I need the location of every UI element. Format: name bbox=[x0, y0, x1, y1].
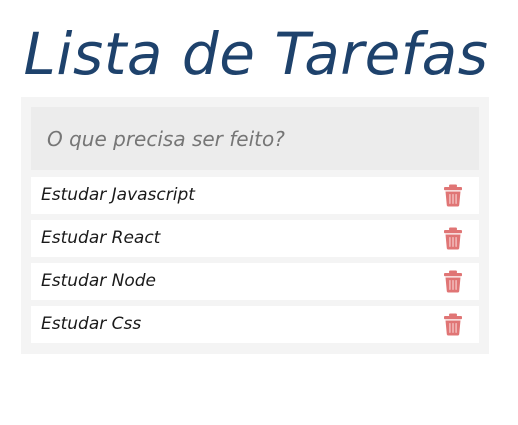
new-todo-input[interactable] bbox=[31, 107, 479, 170]
delete-todo-button[interactable] bbox=[442, 184, 464, 207]
trash-icon bbox=[444, 270, 462, 293]
todo-item: Estudar Node bbox=[31, 263, 479, 300]
todo-app: Lista de Tarefas Estudar Javascript bbox=[0, 0, 518, 425]
trash-icon bbox=[444, 184, 462, 207]
todo-item: Estudar Css bbox=[31, 306, 479, 343]
todo-label: Estudar React bbox=[41, 228, 161, 248]
todo-item: Estudar React bbox=[31, 220, 479, 257]
todo-label: Estudar Css bbox=[41, 314, 142, 334]
delete-todo-button[interactable] bbox=[442, 227, 464, 250]
trash-icon bbox=[444, 313, 462, 336]
new-todo-wrapper bbox=[31, 107, 479, 170]
todo-label: Estudar Node bbox=[41, 271, 157, 291]
delete-todo-button[interactable] bbox=[442, 270, 464, 293]
todo-label: Estudar Javascript bbox=[41, 185, 195, 205]
todo-panel: Estudar Javascript Estudar React bbox=[21, 97, 489, 354]
todo-list: Estudar Javascript Estudar React Estudar… bbox=[31, 177, 479, 349]
trash-icon bbox=[444, 227, 462, 250]
delete-todo-button[interactable] bbox=[442, 313, 464, 336]
todo-item: Estudar Javascript bbox=[31, 177, 479, 214]
page-title: Lista de Tarefas bbox=[23, 20, 489, 88]
